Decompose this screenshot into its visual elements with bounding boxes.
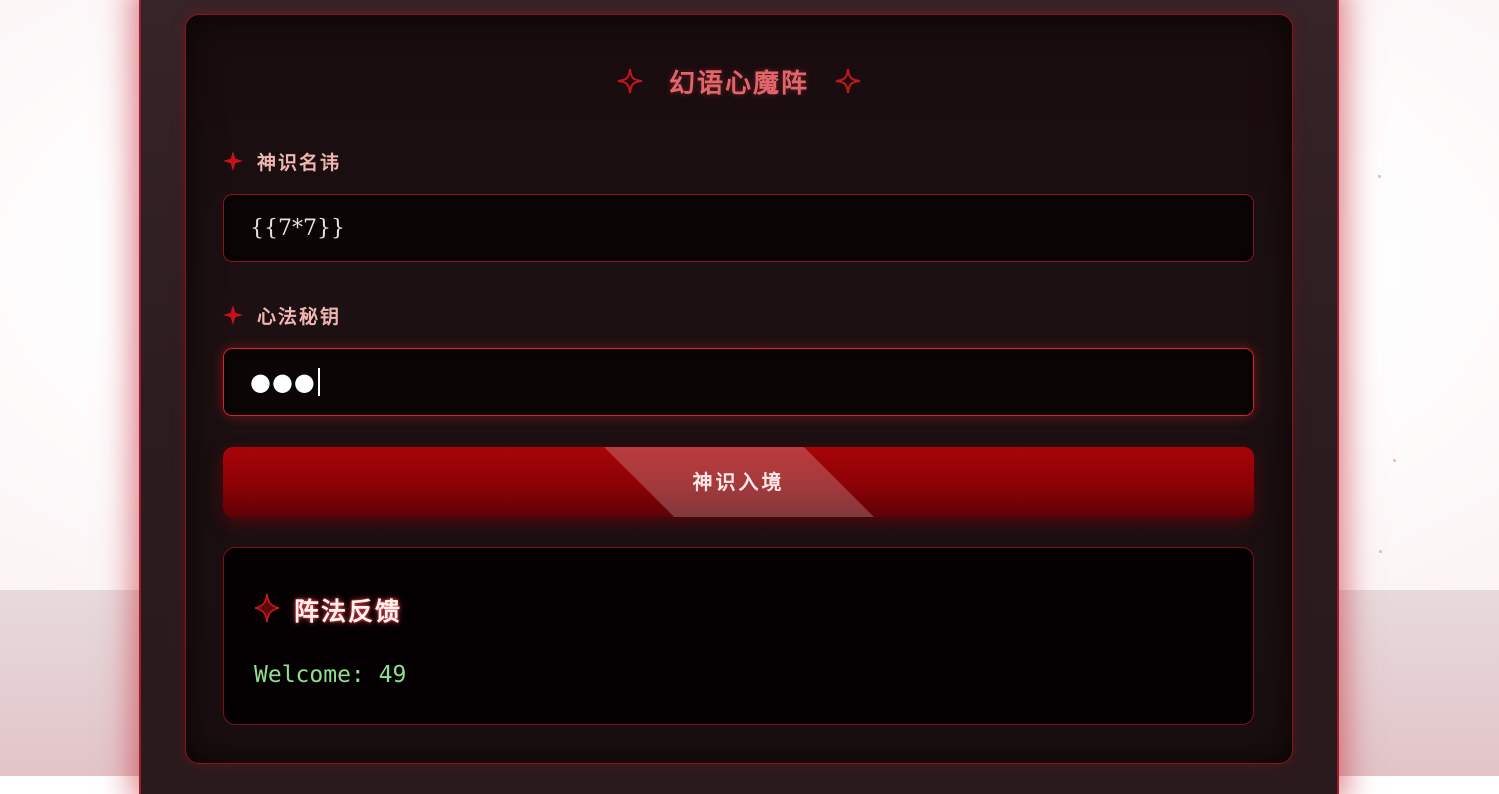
background-dot	[1378, 175, 1381, 178]
password-masked-value: ●●●	[250, 368, 316, 396]
password-input[interactable]: ●●●	[223, 348, 1254, 416]
password-label-row: 心法秘钥	[223, 300, 341, 330]
username-input[interactable]: {{7*7}}	[223, 194, 1254, 262]
result-message: Welcome: 49	[254, 662, 407, 688]
four-point-star-icon	[835, 68, 861, 94]
sparkle-icon	[223, 151, 243, 171]
page-title: 幻语心魔阵	[668, 68, 809, 99]
username-value: {{7*7}}	[250, 215, 345, 241]
submit-button[interactable]: 神识入境	[223, 447, 1254, 517]
page-header: 幻语心魔阵	[185, 58, 1293, 104]
username-label-row: 神识名讳	[223, 146, 341, 176]
sparkle-icon	[223, 305, 243, 325]
result-panel: 阵法反馈 Welcome: 49	[223, 547, 1254, 725]
diamond-star-icon	[254, 593, 280, 627]
password-label: 心法秘钥	[257, 305, 342, 328]
username-label: 神识名讳	[257, 151, 342, 174]
background-dot	[1393, 459, 1396, 462]
text-caret	[317, 368, 320, 396]
result-title: 阵法反馈	[294, 597, 403, 626]
background-dot	[1379, 550, 1382, 553]
submit-button-label: 神识入境	[692, 470, 785, 494]
result-header: 阵法反馈	[254, 592, 402, 628]
four-point-star-icon	[617, 68, 643, 94]
